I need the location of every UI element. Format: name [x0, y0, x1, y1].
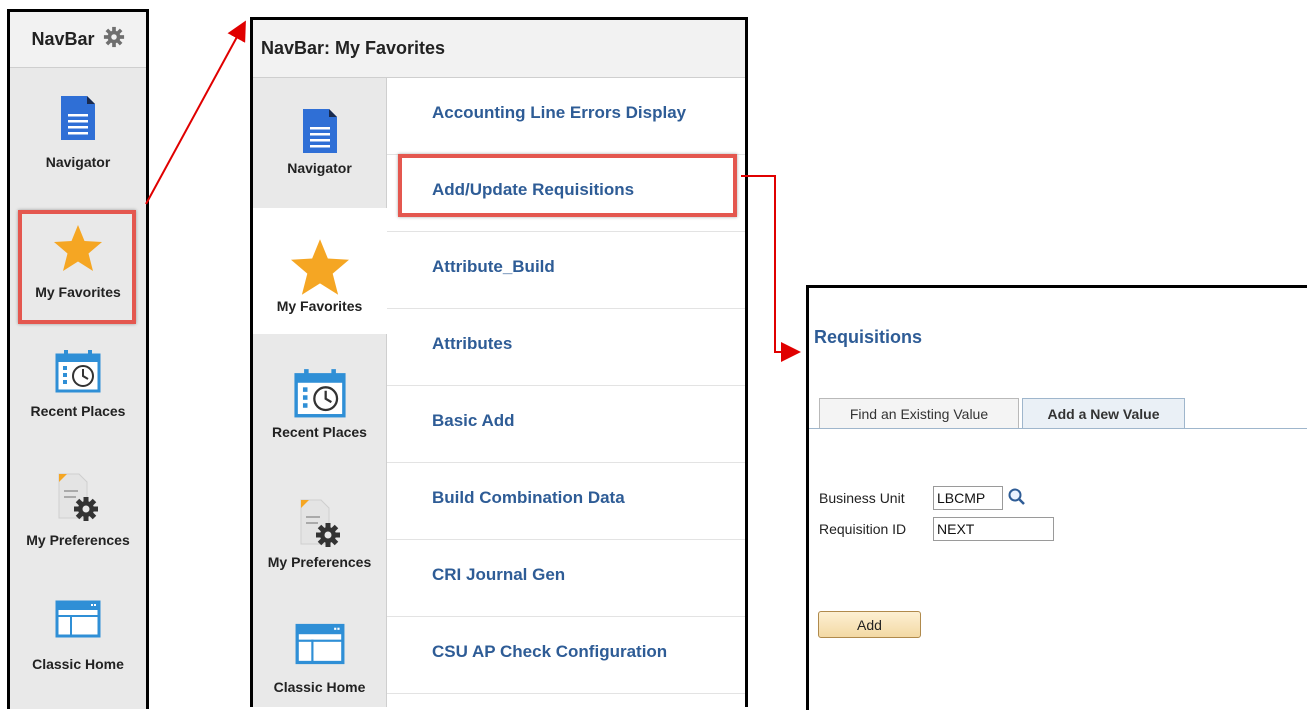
callout-arrows: [145, 20, 801, 362]
arrow-to-favorites-panel: [145, 20, 246, 205]
arrow-to-requisitions-panel: [741, 175, 801, 362]
